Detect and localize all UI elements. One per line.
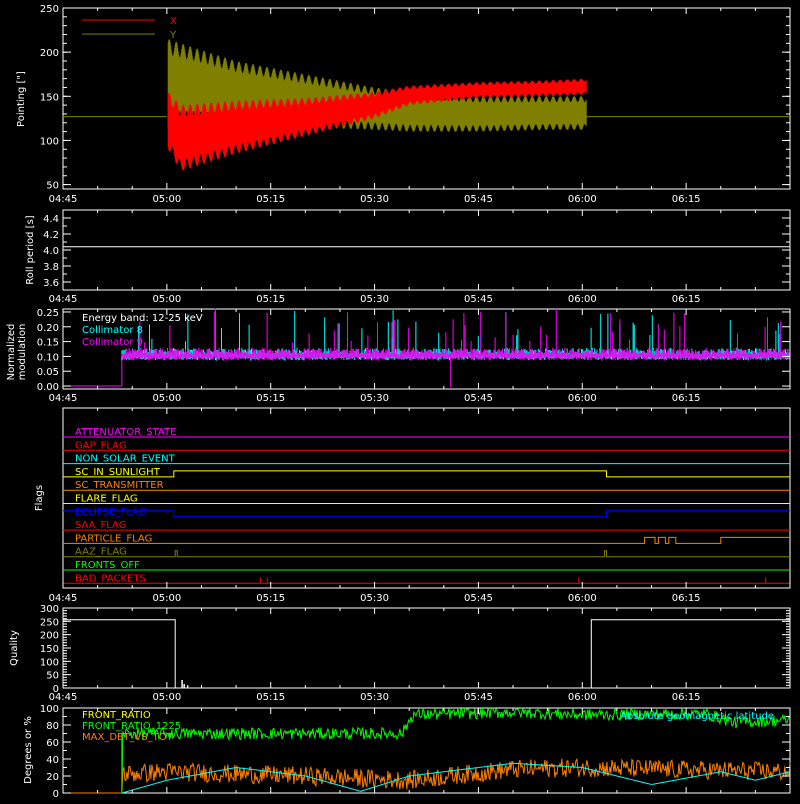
x-tick-label: 04:45 (49, 692, 78, 703)
legend-max-det-vs-tot: MAX_DET_VS_TOT (82, 732, 174, 743)
flag-label: FLARE_FLAG (75, 494, 138, 505)
y-tick-label: 50 (46, 181, 59, 192)
flag-label: BAD_PACKETS (75, 573, 146, 584)
x-tick-label: 05:30 (360, 194, 389, 205)
x-tick-label: 06:00 (568, 194, 597, 205)
y-tick-label: 4.4 (43, 214, 59, 225)
x-tick-label: 05:45 (464, 393, 493, 404)
y-tick-label: 0.00 (37, 382, 59, 393)
x-tick-label: 05:45 (464, 194, 493, 205)
x-tick-label: 05:15 (256, 294, 285, 305)
flag-label: FRONTS_OFF (75, 560, 140, 571)
y-tick-label: 0.25 (37, 308, 59, 319)
x-tick-label: 05:00 (152, 692, 181, 703)
modulation-ylabel-line1: Normalized (6, 324, 17, 381)
x-tick-label: 06:15 (672, 294, 701, 305)
flag-label: SAA_FLAG (75, 520, 126, 531)
legend-front-ratio: FRONT_RATIO (82, 710, 151, 721)
y-tick-label: 80 (46, 721, 59, 732)
energy-band-label: Energy band: 12-25 keV (82, 313, 203, 324)
x-tick-label: 05:45 (464, 294, 493, 305)
y-tick-label: 20 (46, 772, 59, 783)
y-tick-label: 0.05 (37, 367, 59, 378)
y-tick-label: 0.20 (37, 323, 59, 334)
y-tick-label: 100 (40, 704, 59, 715)
y-tick-label: 40 (46, 755, 59, 766)
collimator-8-label: Collimator 8 (82, 325, 143, 336)
x-tick-label: 06:15 (672, 593, 701, 604)
y-tick-label: 60 (46, 738, 59, 749)
flag-label: AAZ_FLAG (75, 547, 127, 558)
x-tick-label: 06:00 (568, 294, 597, 305)
y-tick-label: 3.8 (43, 262, 59, 273)
x-tick-label: 05:15 (256, 593, 285, 604)
y-tick-label: 0.15 (37, 338, 59, 349)
x-tick-label: 06:00 (568, 393, 597, 404)
x-tick-label: 05:45 (464, 593, 493, 604)
x-tick-label: 04:45 (49, 593, 78, 604)
y-tick-label: 50 (46, 671, 59, 682)
stacked-chart-canvas: 50100150200250 Pointing ["] X Y 3.63.84.… (0, 0, 800, 800)
legend-front-ratio-1225: FRONT_RATIO_1225 (82, 721, 181, 732)
y-tick-label: 4.2 (43, 230, 59, 241)
x-tick-label: 04:45 (49, 194, 78, 205)
flag-label: SC_IN_SUNLIGHT (75, 467, 161, 478)
x-tick-label: 05:15 (256, 692, 285, 703)
quality-ylabel: Quality (9, 630, 20, 666)
y-tick-label: 150 (40, 92, 59, 103)
pointing-ylabel: Pointing ["] (16, 71, 27, 127)
x-tick-label: 05:30 (360, 294, 389, 305)
roll-period-ylabel: Roll period [s] (25, 215, 36, 284)
y-tick-label: 0 (53, 789, 59, 800)
x-tick-label: 06:00 (568, 593, 597, 604)
x-tick-label: 05:00 (152, 593, 181, 604)
x-tick-label: 05:15 (256, 194, 285, 205)
collimator-9-label: Collimator 9 (82, 337, 143, 348)
y-tick-label: 100 (40, 136, 59, 147)
x-tick-label: 06:00 (568, 692, 597, 703)
x-tick-label: 04:45 (49, 393, 78, 404)
y-tick-label: 200 (40, 631, 59, 642)
x-tick-label: 06:15 (672, 393, 701, 404)
flags-ylabel: Flags (34, 485, 45, 511)
y-tick-label: 100 (40, 657, 59, 668)
flag-label: ATTENUATOR_STATE (75, 427, 176, 438)
y-tick-label: 0.10 (37, 352, 59, 363)
y-tick-label: 250 (40, 617, 59, 628)
y-tick-label: 250 (40, 4, 59, 15)
flag-label: GAP_FLAG (75, 440, 127, 451)
y-tick-label: 150 (40, 644, 59, 655)
modulation-ylabel-line2: modulation (17, 324, 28, 381)
x-tick-label: 05:00 (152, 393, 181, 404)
geomag-latitude-label: Absolute geomagnetic latitude (620, 711, 774, 722)
legend-x-label: X (170, 16, 177, 27)
flag-label: NON_SOLAR_EVENT (75, 454, 176, 465)
x-tick-label: 05:30 (360, 593, 389, 604)
degrees-ylabel: Degrees or % (23, 716, 34, 784)
x-tick-label: 04:45 (49, 294, 78, 305)
y-tick-label: 200 (40, 48, 59, 59)
x-tick-label: 05:00 (152, 294, 181, 305)
flag-label: ECLIPSE_FLAG (75, 507, 146, 518)
x-tick-label: 06:15 (672, 692, 701, 703)
x-tick-label: 05:30 (360, 393, 389, 404)
flag-label: SC_TRANSMITTER (75, 480, 164, 491)
flag-label: PARTICLE_FLAG (75, 533, 152, 544)
x-tick-label: 05:30 (360, 692, 389, 703)
y-tick-label: 4.0 (43, 246, 59, 257)
x-tick-label: 05:00 (152, 194, 181, 205)
x-tick-label: 05:45 (464, 692, 493, 703)
y-tick-label: 3.6 (43, 278, 59, 289)
x-tick-label: 06:15 (672, 194, 701, 205)
x-tick-label: 05:15 (256, 393, 285, 404)
figure: 50 100 150 200 250 Pointing ["] X Y 3.6 3.8 4.… (0, 0, 800, 800)
legend-y-label: Y (169, 30, 177, 41)
y-tick-label: 300 (40, 604, 59, 615)
